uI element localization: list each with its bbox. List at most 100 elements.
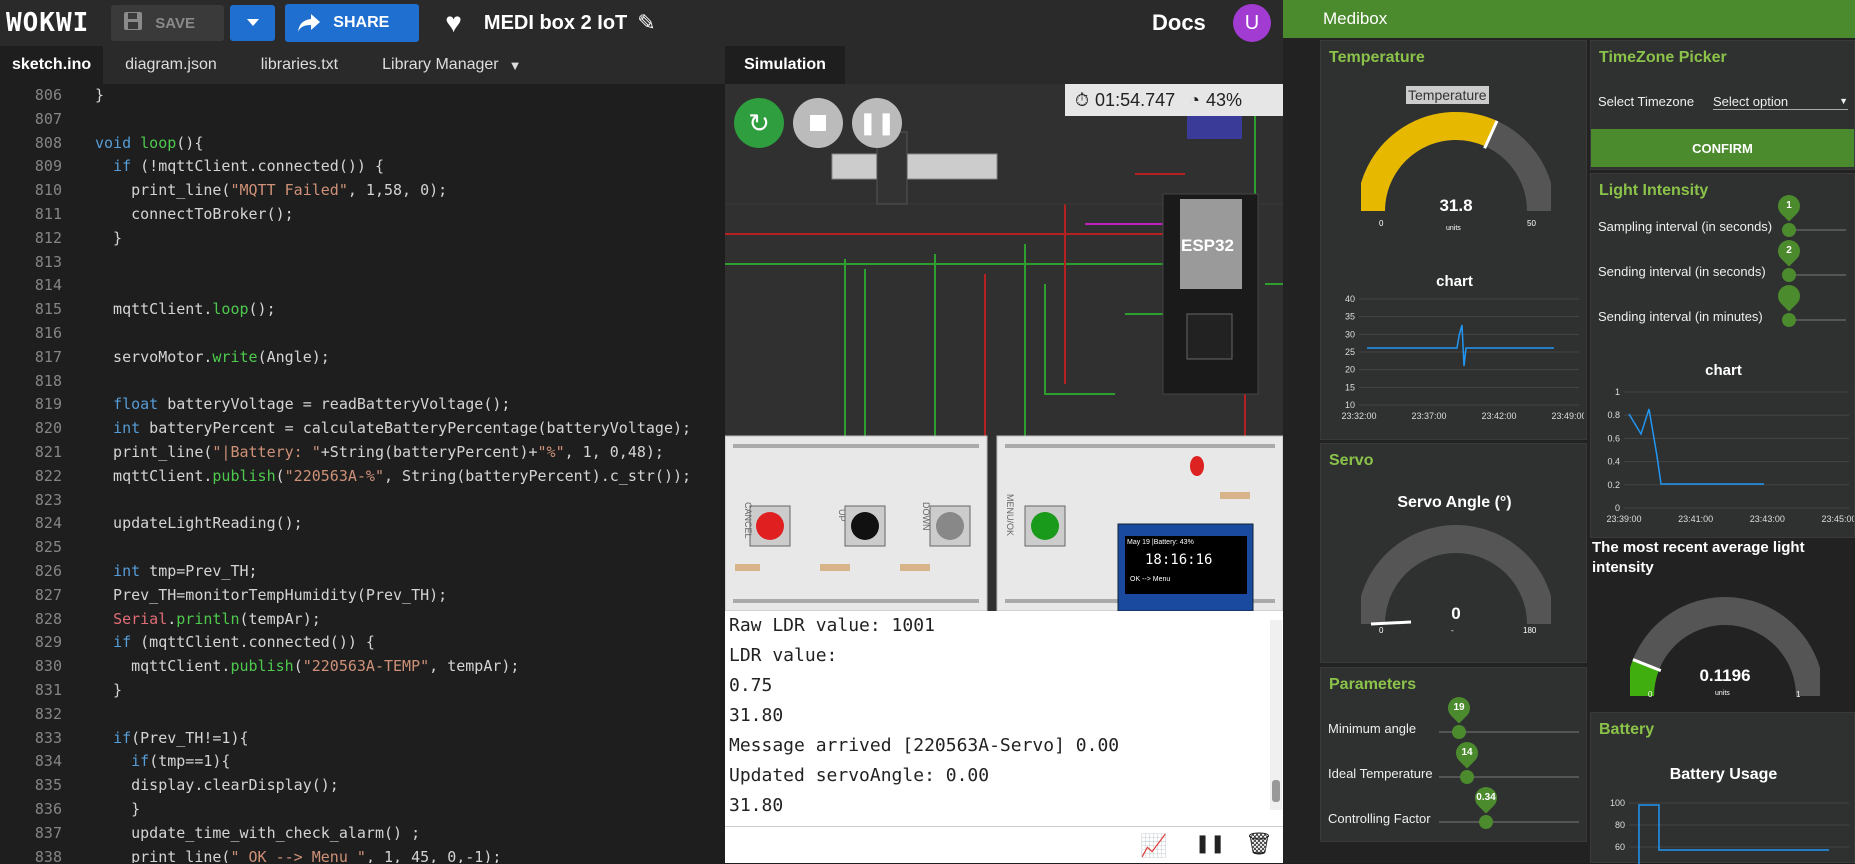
code-line[interactable]: 807 xyxy=(0,108,725,132)
battery-panel: Battery Battery Usage 100806040 xyxy=(1590,712,1855,864)
file-tabs: sketch.ino diagram.json libraries.txt Li… xyxy=(0,46,725,84)
code-line[interactable]: 818 xyxy=(0,370,725,394)
temperature-title: Temperature xyxy=(1329,49,1425,66)
code-line[interactable]: 823 xyxy=(0,489,725,513)
code-line[interactable]: 822 mqttClient.publish("220563A-%", Stri… xyxy=(0,465,725,489)
avatar[interactable]: U xyxy=(1233,4,1271,42)
share-button[interactable]: SHARE xyxy=(285,4,420,42)
chevron-down-icon xyxy=(246,19,259,26)
docs-link[interactable]: Docs xyxy=(1152,10,1206,36)
stopwatch-icon: ⏱ xyxy=(1075,89,1090,110)
line-number: 816 xyxy=(34,323,62,342)
code-line[interactable]: 832 xyxy=(0,703,725,727)
slider-knob[interactable] xyxy=(1452,725,1466,739)
avg-light-unit: units xyxy=(1715,690,1730,697)
code-line[interactable]: 819 float batteryVoltage = readBatteryVo… xyxy=(0,393,725,417)
heart-icon[interactable]: ♥ xyxy=(445,7,462,39)
line-number: 834 xyxy=(34,752,62,771)
parameters-title: Parameters xyxy=(1329,676,1417,693)
code-line[interactable]: 817 servoMotor.write(Angle); xyxy=(0,346,725,370)
slider-knob[interactable] xyxy=(1782,223,1796,237)
code-line[interactable]: 813 xyxy=(0,251,725,275)
simulation-canvas[interactable]: ↻ ❚❚ ⏱ 01:54.747 ◔ 43% ESP32 CANCEL UP D… xyxy=(725,84,1283,611)
trash-icon[interactable]: 🗑 xyxy=(1245,831,1273,857)
code-text: mqttClient.publish("220563A-TEMP", tempA… xyxy=(95,657,520,676)
slider-knob[interactable] xyxy=(1782,268,1796,282)
code-line[interactable]: 828 Serial.println(tempAr); xyxy=(0,608,725,632)
tab-libraries-txt[interactable]: libraries.txt xyxy=(239,46,360,84)
chart-y-tick: 25 xyxy=(1345,347,1355,357)
slider-knob[interactable] xyxy=(1479,815,1493,829)
code-line[interactable]: 827 Prev_TH=monitorTempHumidity(Prev_TH)… xyxy=(0,584,725,608)
code-line[interactable]: 821 print_line("|Battery: "+String(batte… xyxy=(0,441,725,465)
code-line[interactable]: 806} xyxy=(0,84,725,108)
battery-chart: 100806040 xyxy=(1610,798,1849,864)
save-dropdown-button[interactable] xyxy=(230,5,276,41)
wokwi-logo[interactable]: WOKWI xyxy=(6,8,89,38)
oled-top-line: May 19 |Battery: 43% xyxy=(1127,539,1194,546)
code-line[interactable]: 831 } xyxy=(0,679,725,703)
code-line[interactable]: 834 if(tmp==1){ xyxy=(0,750,725,774)
code-line[interactable]: 810 print_line("MQTT Failed", 1,58, 0); xyxy=(0,179,725,203)
restart-simulation-button[interactable]: ↻ xyxy=(734,98,784,148)
pencil-icon[interactable]: ✎ xyxy=(637,10,655,36)
line-number: 810 xyxy=(34,181,62,200)
code-line[interactable]: 814 xyxy=(0,274,725,298)
code-line[interactable]: 826 int tmp=Prev_TH; xyxy=(0,560,725,584)
code-text: Prev_TH=monitorTempHumidity(Prev_TH); xyxy=(95,585,448,604)
code-line[interactable]: 825 xyxy=(0,536,725,560)
tab-sketch-ino[interactable]: sketch.ino xyxy=(0,46,104,84)
code-line[interactable]: 838 print_line(" OK --> Menu ", 1, 45, 0… xyxy=(0,846,725,864)
confirm-button[interactable]: CONFIRM xyxy=(1591,129,1854,167)
code-line[interactable]: 824 updateLightReading(); xyxy=(0,512,725,536)
project-name[interactable]: MEDI box 2 IoT xyxy=(484,12,627,35)
timezone-select[interactable]: Select option ▼ xyxy=(1713,94,1848,110)
code-line[interactable]: 809 if (!mqttClient.connected()) { xyxy=(0,155,725,179)
pause-icon[interactable]: ❚❚ xyxy=(1195,833,1225,854)
code-text: Serial.println(tempAr); xyxy=(113,609,321,628)
code-line[interactable]: 837 update_time_with_check_alarm() ; xyxy=(0,822,725,846)
code-line[interactable]: 830 mqttClient.publish("220563A-TEMP", t… xyxy=(0,655,725,679)
slider-knob[interactable] xyxy=(1460,770,1474,784)
code-line[interactable]: 811 connectToBroker(); xyxy=(0,203,725,227)
slider-label: Minimum angle xyxy=(1328,721,1417,736)
line-number: 825 xyxy=(34,538,62,557)
save-button[interactable]: SAVE xyxy=(111,5,225,41)
pause-simulation-button[interactable]: ❚❚ xyxy=(852,98,902,148)
line-number: 823 xyxy=(34,490,62,509)
avg-light-value: 0.1196 xyxy=(1699,666,1751,685)
tab-library-manager[interactable]: Library Manager xyxy=(360,46,499,84)
battery-title: Battery xyxy=(1599,721,1655,738)
code-line[interactable]: 816 xyxy=(0,322,725,346)
sim-speed: 43% xyxy=(1206,89,1243,110)
servo-title: Servo xyxy=(1329,452,1374,469)
code-line[interactable]: 808 void loop(){ xyxy=(0,132,725,156)
code-line[interactable]: 836 } xyxy=(0,798,725,822)
chart-y-tick: 30 xyxy=(1345,329,1355,339)
code-editor[interactable]: 806} 807 808 void loop(){809 if (!mqttClien… xyxy=(0,84,725,863)
code-line[interactable]: 835 display.clearDisplay(); xyxy=(0,774,725,798)
tab-simulation[interactable]: Simulation xyxy=(725,46,845,84)
code-line[interactable]: 833 if(Prev_TH!=1){ xyxy=(0,727,725,751)
serial-monitor[interactable]: Raw LDR value: 1001 LDR value: 0.75 31.80 Me… xyxy=(725,611,1283,826)
temperature-value: 31.8 xyxy=(1439,196,1473,215)
slider-label: Sending interval (in minutes) xyxy=(1598,309,1763,324)
tab-diagram-json[interactable]: diagram.json xyxy=(103,46,239,84)
code-line[interactable]: 812 } xyxy=(0,227,725,251)
line-number: 815 xyxy=(34,300,62,319)
code-line[interactable]: 820 int batteryPercent = calculateBatter… xyxy=(0,417,725,441)
chart-icon[interactable]: 📈 xyxy=(1140,833,1167,859)
slider-label: Controlling Factor xyxy=(1328,811,1431,826)
chart-y-tick: 35 xyxy=(1345,312,1355,322)
slider-knob[interactable] xyxy=(1782,313,1796,327)
slider-label: Sending interval (in seconds) xyxy=(1598,264,1766,279)
serial-scrollbar[interactable] xyxy=(1270,620,1282,810)
code-line[interactable]: 815 mqttClient.loop(); xyxy=(0,298,725,322)
code-line[interactable]: 829 if (mqttClient.connected()) { xyxy=(0,631,725,655)
slider-track[interactable] xyxy=(1439,821,1579,823)
tabs-menu-caret-icon[interactable]: ▼ xyxy=(499,46,522,84)
stop-simulation-button[interactable] xyxy=(793,98,843,148)
